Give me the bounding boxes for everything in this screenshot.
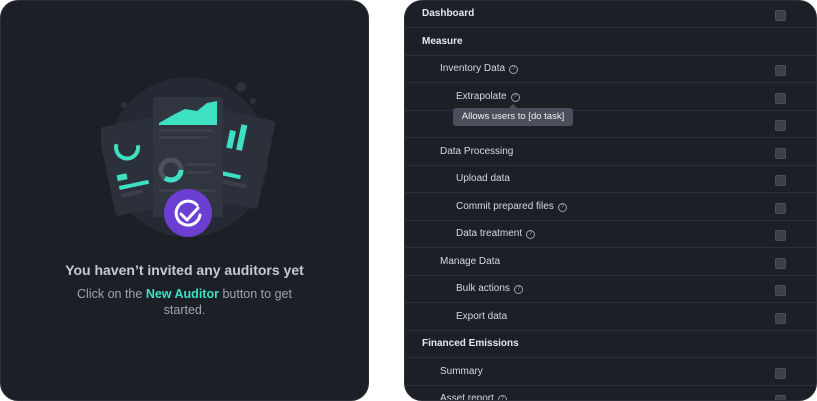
permission-checkbox[interactable] [775,202,786,214]
permission-label-text: Data Processing [440,145,514,157]
permission-label: Dashboard [422,8,474,19]
permission-row: Bulk actions? [405,276,816,303]
permission-label-text: Extrapolate [456,90,507,102]
permission-checkbox[interactable] [775,367,786,379]
permission-label-text: Summary [440,365,483,377]
permission-label: Inventory Data? [440,63,519,74]
subtitle-text-start: Click on the [77,287,146,301]
permission-checkbox[interactable] [775,65,786,76]
permission-row: Asset report? [405,386,816,401]
permission-row: Manage Data [405,249,816,276]
permission-label-text: Commit prepared files [456,200,554,212]
permission-checkbox[interactable] [775,175,786,186]
permission-row: Dashboard [405,1,816,28]
permission-checkbox[interactable] [775,92,786,104]
permission-label: Export data [456,311,507,322]
permission-label-text: Financed Emissions [422,338,519,349]
permission-checkbox[interactable] [775,395,786,400]
permission-label: Asset report? [440,393,507,401]
permission-checkbox[interactable] [775,147,786,159]
permission-label: Upload data [456,173,510,184]
tooltip: Allows users to [do task] [453,104,573,126]
permission-label-text: Inventory Data [440,63,506,74]
empty-state-subtitle: Click on the New Auditor button to get s… [71,286,298,318]
permission-row: Measure [405,29,816,56]
permission-checkbox[interactable] [775,257,786,269]
permission-label-text: Data treatment [456,228,523,239]
permission-checkbox[interactable] [775,285,786,296]
permission-label-text: Manage Data [440,255,501,267]
info-icon[interactable]: ? [526,230,536,239]
permission-row: Financed Emissions [405,331,816,358]
permission-row: Commit prepared files? [405,194,816,221]
permission-row: Inventory Data? [405,56,816,83]
empty-state-title: You haven’t invited any auditors yet [65,262,304,278]
permission-label: Data treatment? [456,228,536,239]
permission-row: Upload data [405,166,816,193]
permission-label: Commit prepared files? [456,201,567,212]
permission-label-text: Upload data [456,173,510,184]
info-icon[interactable]: ? [510,92,520,102]
permission-row: Extrapolate? [405,84,816,111]
permission-label: Manage Data [440,256,500,267]
permission-label: Summary [440,366,483,377]
permission-checkbox[interactable] [775,312,786,324]
permission-checkbox[interactable] [775,120,786,131]
permission-row: Summary [405,359,816,386]
permission-label: Data Processing [440,146,513,157]
permission-label: Measure [422,36,463,47]
info-icon[interactable]: ? [513,285,523,294]
permission-label-text: Asset report [440,393,494,401]
permission-label: Financed Emissions [422,338,519,349]
permission-checkbox[interactable] [775,10,786,21]
auditors-empty-panel: You haven’t invited any auditors yet Cli… [0,0,369,401]
permission-label-text: Dashboard [422,8,475,19]
permission-label-text: Bulk actions [456,283,510,294]
permission-checkbox[interactable] [775,230,786,241]
permission-label: Extrapolate? [456,91,520,102]
info-icon[interactable]: ? [557,202,567,212]
new-auditor-highlight: New Auditor [145,287,219,301]
permission-row: Data Processing [405,139,816,166]
permission-row: Data treatment? [405,221,816,248]
info-icon[interactable]: ? [497,395,507,400]
permissions-panel: Dashboard Measure Inventory Data? Extrapola… [404,0,817,401]
permission-row: Export data [405,304,816,331]
permission-label-text: Export data [456,310,508,322]
permission-label-text: Measure [422,35,463,47]
permission-label: Bulk actions? [456,283,523,294]
info-icon[interactable]: ? [509,65,519,74]
documents-illustration [101,77,276,237]
